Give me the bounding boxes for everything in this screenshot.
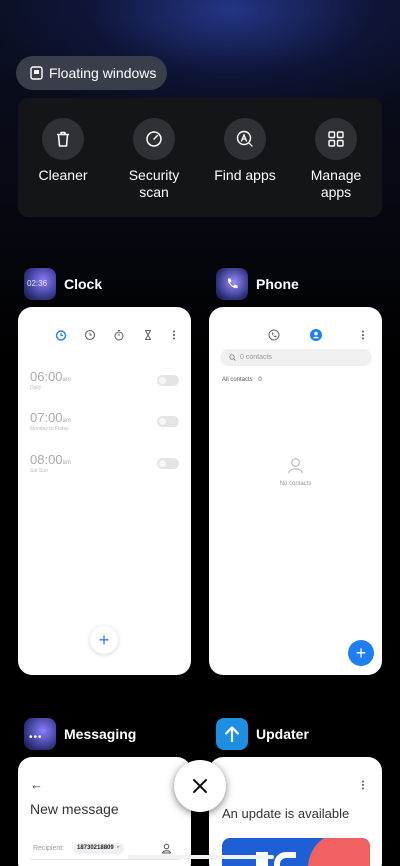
clock-app-name: Clock	[64, 276, 103, 292]
alarm-repeat: Sat Sun	[30, 468, 48, 474]
filter-label: All contacts	[222, 377, 253, 383]
more-options-icon[interactable]	[168, 329, 180, 341]
clock-app-header[interactable]: 02:36 Clock	[24, 268, 102, 300]
trash-icon	[57, 131, 69, 147]
alarm-item[interactable]: 08:00am Sat Sun	[30, 452, 71, 474]
recents-tab-icon[interactable]	[268, 329, 280, 341]
updater-app-icon	[216, 718, 248, 750]
manage-apps-circle	[315, 118, 357, 160]
contacts-search-input[interactable]: 0 contacts	[220, 349, 372, 366]
update-banner-graphic	[222, 838, 370, 866]
alarm-time: 08:00	[30, 452, 63, 467]
floating-windows-label: Floating windows	[49, 65, 157, 81]
alarm-time: 07:00	[30, 410, 63, 425]
alarm-repeat: Daily	[30, 385, 42, 391]
messaging-app-name: Messaging	[64, 726, 137, 742]
security-scan-button[interactable]: Security scan	[109, 118, 199, 201]
alarm-item[interactable]: 06:00am Daily	[30, 369, 71, 391]
timer-tab-icon[interactable]	[142, 329, 154, 341]
recipient-divider	[30, 859, 180, 860]
clock-app-card[interactable]: 06:00am Daily 07:00am Monday to Friday 0…	[18, 307, 191, 675]
clock-app-icon: 02:36	[24, 268, 56, 300]
updater-app-name: Updater	[256, 726, 309, 742]
cleaner-label: Cleaner	[38, 167, 88, 183]
alarm-ampm: am	[62, 377, 71, 383]
contacts-filter[interactable]: All contacts 0	[222, 377, 262, 383]
message-dots-icon: •••	[29, 732, 43, 743]
phone-app-name: Phone	[256, 276, 299, 292]
filter-count: 0	[258, 377, 262, 383]
messaging-app-icon: •••	[24, 718, 56, 750]
search-placeholder: 0 contacts	[240, 354, 272, 361]
update-available-title: An update is available	[222, 806, 350, 821]
no-contacts-text: No contacts	[279, 481, 312, 487]
world-clock-tab-icon[interactable]	[84, 329, 96, 341]
new-message-title: New message	[30, 801, 119, 817]
security-scan-label: Security scan	[128, 167, 180, 200]
search-icon	[229, 354, 236, 361]
more-options-icon[interactable]	[357, 779, 369, 791]
messaging-app-header[interactable]: ••• Messaging	[24, 718, 136, 750]
add-alarm-button[interactable]: +	[90, 626, 118, 654]
alarm-toggle[interactable]	[157, 375, 179, 386]
clock-icon-time: 02:36	[27, 279, 48, 288]
stopwatch-tab-icon[interactable]	[113, 329, 125, 341]
find-apps-label: Find apps	[214, 167, 276, 183]
back-arrow-icon[interactable]: ←	[30, 777, 43, 792]
cleaner-circle	[42, 118, 84, 160]
empty-contacts-icon	[287, 458, 304, 474]
alarm-time: 06:00	[30, 369, 63, 384]
find-apps-circle	[224, 118, 266, 160]
contacts-tab-icon[interactable]	[310, 329, 322, 341]
alarm-item[interactable]: 07:00am Monday to Friday	[30, 410, 71, 432]
find-apps-button[interactable]: Find apps	[200, 118, 290, 184]
manage-apps-label: Manage apps	[310, 167, 362, 200]
security-scan-icon	[146, 131, 162, 147]
alarm-ampm: am	[62, 460, 71, 466]
alarm-repeat: Monday to Friday	[30, 426, 69, 432]
find-apps-icon	[236, 130, 253, 147]
cleaner-button[interactable]: Cleaner	[18, 118, 108, 184]
updater-app-card[interactable]: An update is available	[209, 757, 382, 866]
phone-app-card[interactable]: 0 contacts All contacts 0 No contacts +	[209, 307, 382, 675]
manage-apps-button[interactable]: Manage apps	[291, 118, 381, 201]
add-contact-icon[interactable]	[161, 843, 172, 854]
alarm-ampm: am	[62, 418, 71, 424]
updater-app-header[interactable]: Updater	[216, 718, 309, 750]
security-scan-circle	[133, 118, 175, 160]
more-options-icon[interactable]	[357, 329, 369, 341]
alarm-toggle[interactable]	[157, 458, 179, 469]
upload-arrow-icon	[224, 726, 240, 743]
recipient-chip[interactable]: 18730218809 ×	[73, 843, 124, 854]
floating-window-icon	[30, 66, 43, 80]
add-contact-button[interactable]: +	[348, 640, 374, 666]
messaging-app-card[interactable]: ← New message Recipient: 18730218809 ×	[18, 757, 191, 866]
alarm-tab-icon[interactable]	[55, 329, 67, 341]
close-icon	[193, 779, 207, 793]
clear-all-button[interactable]	[174, 760, 226, 812]
recipient-label: Recipient:	[33, 845, 65, 852]
phone-handset-icon	[227, 278, 238, 289]
phone-app-icon	[216, 268, 248, 300]
phone-app-header[interactable]: Phone	[216, 268, 299, 300]
remove-recipient-icon[interactable]: ×	[116, 845, 120, 851]
grid-icon	[328, 131, 344, 147]
alarm-toggle[interactable]	[157, 416, 179, 427]
floating-windows-button[interactable]: Floating windows	[16, 56, 167, 90]
recipient-number: 18730218809	[77, 845, 114, 851]
home-indicator[interactable]	[128, 855, 274, 859]
quick-tools-panel: Cleaner Security scan Find apps Manage a…	[18, 98, 382, 217]
